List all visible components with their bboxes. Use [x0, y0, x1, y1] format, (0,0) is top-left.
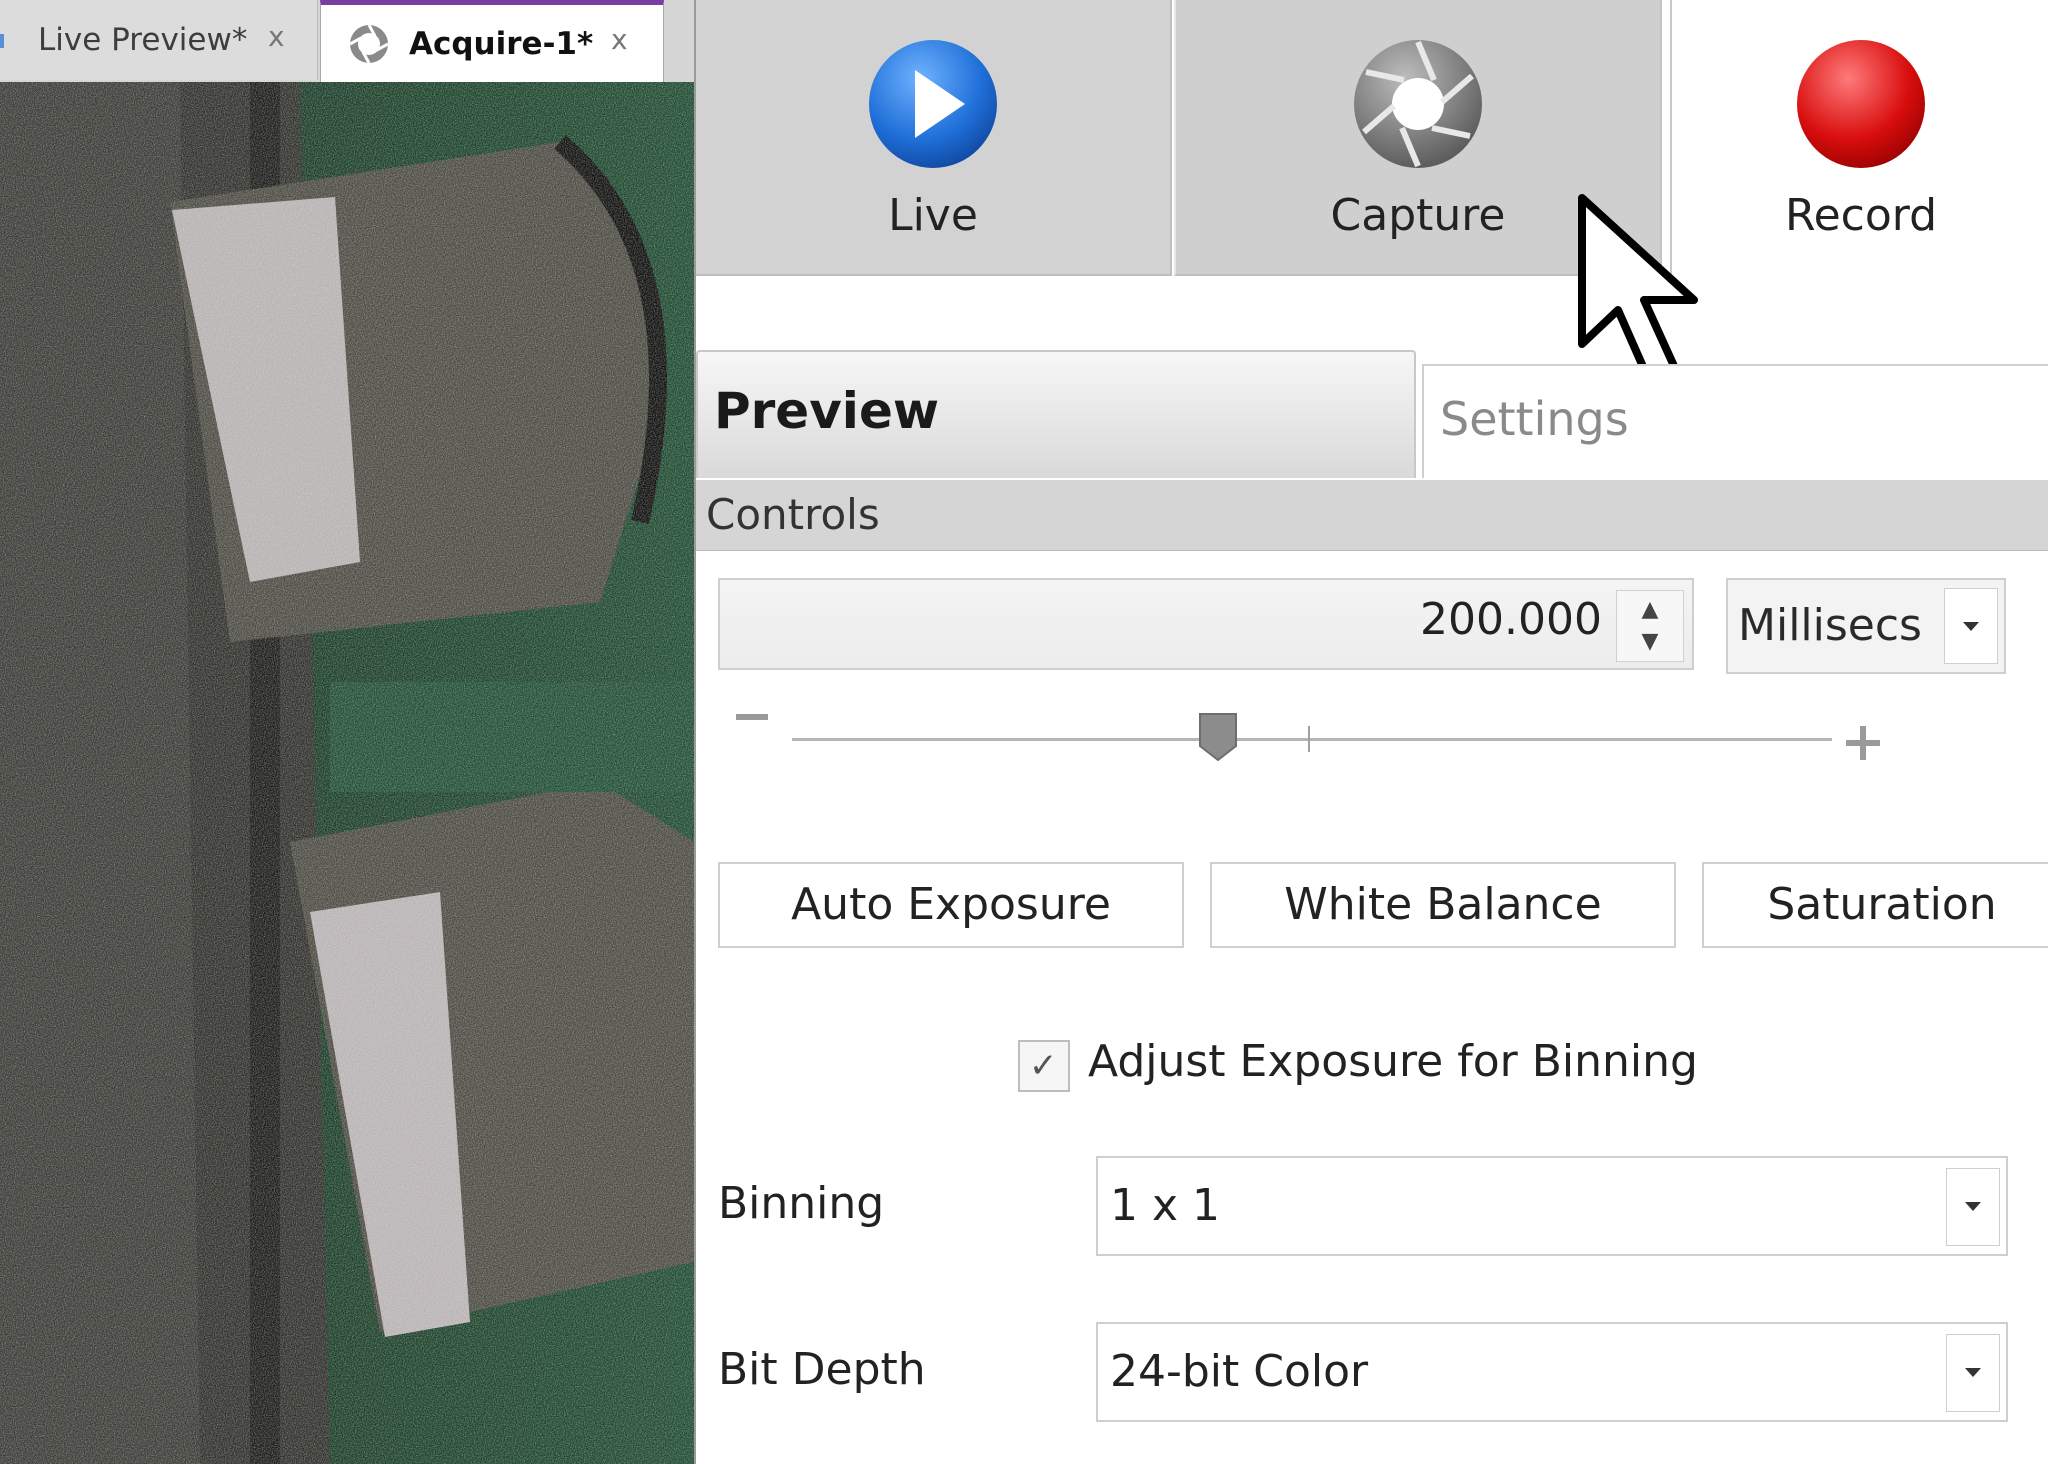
tab-live-preview[interactable]: Live Preview* x [0, 0, 318, 80]
binning-select[interactable]: 1 x 1 [1096, 1156, 2008, 1256]
image-pane: Live Preview* x Acquire-1* x [0, 0, 694, 1464]
tab-acquire-1[interactable]: Acquire-1* x [320, 0, 664, 82]
tab-settings-label: Settings [1440, 392, 1629, 446]
exposure-slider-thumb[interactable] [1198, 712, 1238, 762]
adjust-exposure-checkbox[interactable]: ✓ [1018, 1040, 1070, 1092]
bit-depth-select[interactable]: 24-bit Color [1096, 1322, 2008, 1422]
live-camera-image[interactable] [0, 82, 694, 1464]
tab-live-preview-label: Live Preview* [38, 22, 248, 58]
white-balance-button[interactable]: White Balance [1210, 862, 1676, 948]
saturation-button[interactable]: Saturation [1702, 862, 2048, 948]
tab-settings[interactable]: Settings [1422, 364, 2048, 478]
close-icon[interactable]: x [268, 20, 285, 53]
aperture-icon [1354, 40, 1482, 168]
spin-down-icon[interactable]: ▼ [1617, 629, 1683, 654]
exposure-spinner[interactable]: ▲ ▼ [1616, 590, 1684, 662]
bit-depth-label: Bit Depth [718, 1344, 926, 1395]
controls-header-label: Controls [706, 490, 880, 539]
spin-up-icon[interactable]: ▲ [1617, 597, 1683, 622]
acquire-ribbon: Live Capture Record [696, 0, 2048, 278]
panel-tab-strip: Preview Settings [696, 350, 2048, 482]
exposure-unit-select[interactable]: Millisecs [1726, 578, 2006, 674]
live-button-label: Live [888, 190, 978, 241]
acquisition-panel: Live Capture Record Preview Settings Con… [694, 0, 2048, 1464]
record-button[interactable]: Record [1670, 0, 2048, 276]
slider-tick [1308, 726, 1310, 752]
chevron-down-icon[interactable] [1946, 1168, 2000, 1246]
document-tab-strip: Live Preview* x Acquire-1* x [0, 0, 694, 83]
tab-preview-label: Preview [714, 382, 940, 440]
slider-plus-icon[interactable] [1846, 726, 1880, 760]
record-icon [1797, 40, 1925, 168]
exposure-unit-value: Millisecs [1738, 600, 1922, 651]
chevron-down-icon[interactable] [1946, 1334, 2000, 1412]
exposure-input[interactable]: 200.000 ▲ ▼ [718, 578, 1694, 670]
aperture-icon [349, 23, 389, 64]
record-button-label: Record [1784, 190, 1938, 241]
tab-edge-marker [0, 34, 4, 48]
play-icon [869, 40, 997, 168]
bit-depth-value: 24-bit Color [1110, 1346, 1369, 1397]
adjust-exposure-label: Adjust Exposure for Binning [1088, 1036, 1698, 1087]
auto-exposure-button[interactable]: Auto Exposure [718, 862, 1184, 948]
tab-preview[interactable]: Preview [696, 350, 1416, 478]
binning-label: Binning [718, 1178, 885, 1229]
close-icon[interactable]: x [611, 23, 628, 56]
slider-minus-icon[interactable] [736, 714, 768, 720]
chevron-down-icon[interactable] [1944, 588, 1998, 664]
live-button[interactable]: Live [696, 0, 1172, 276]
controls-section-header[interactable]: Controls [696, 480, 2048, 551]
tab-acquire-1-label: Acquire-1* [409, 25, 594, 62]
exposure-slider-track[interactable] [792, 738, 1832, 741]
checkmark-icon: ✓ [1029, 1046, 1058, 1086]
binning-value: 1 x 1 [1110, 1180, 1220, 1231]
exposure-value: 200.000 [1420, 594, 1602, 645]
